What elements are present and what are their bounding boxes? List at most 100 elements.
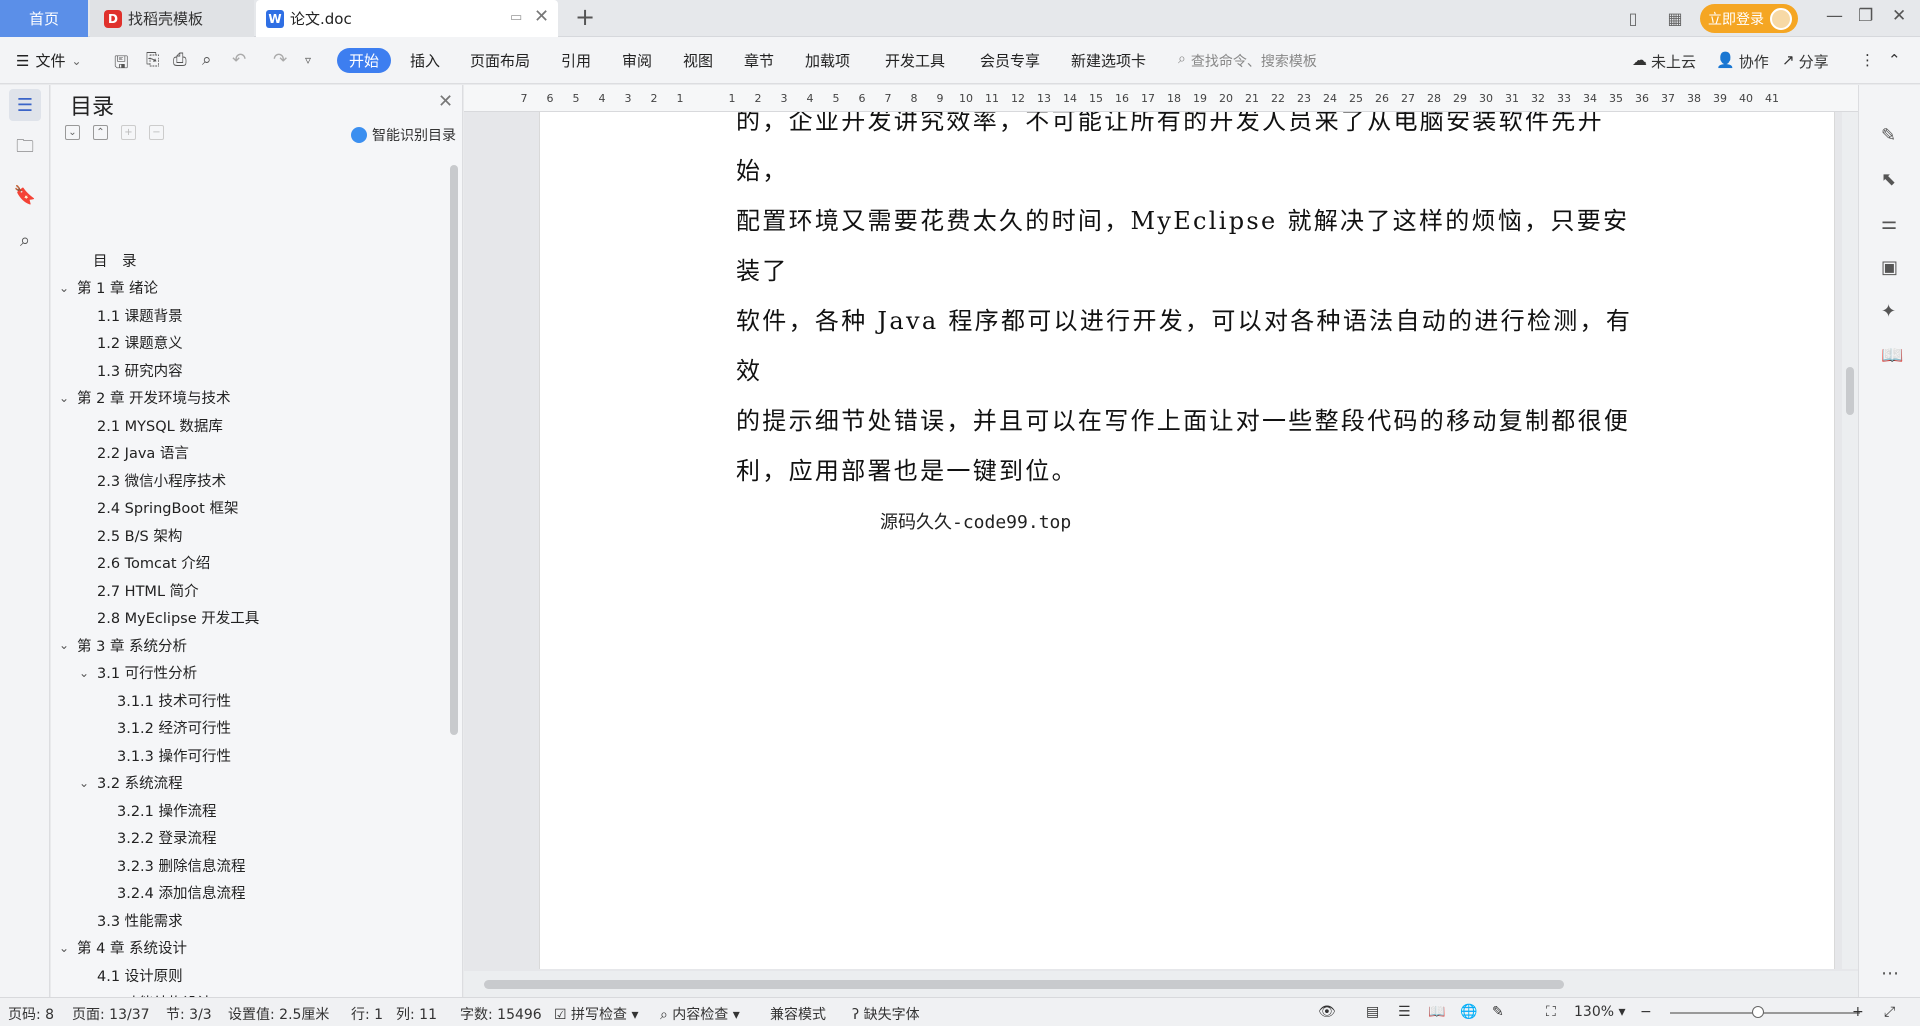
- restore-button[interactable]: ❐: [1858, 6, 1873, 26]
- tab-new-tab[interactable]: 新建选项卡: [1071, 37, 1146, 84]
- quick-more-icon[interactable]: ▿: [305, 53, 311, 67]
- zoom-slider-handle[interactable]: [1752, 1006, 1764, 1018]
- tab-document[interactable]: W 论文.doc ▭ ✕: [256, 0, 558, 37]
- status-section[interactable]: 节: 3/3: [166, 1004, 212, 1024]
- zoom-out-button[interactable]: −: [1640, 1004, 1652, 1020]
- tab-member[interactable]: 会员专享: [980, 37, 1040, 84]
- toc-item[interactable]: 3.2.3 删除信息流程: [117, 854, 246, 876]
- toc-item[interactable]: ⌄ 3.1 可行性分析: [79, 662, 197, 684]
- document-page[interactable]: 的，企业开发讲究效率，不可能让所有的开发人员来了从电脑安装软件先开始， 配置环境又…: [539, 112, 1835, 969]
- zoom-slider[interactable]: [1670, 1012, 1860, 1014]
- content-check-button[interactable]: ⌕ 内容检查 ▾: [660, 1004, 740, 1024]
- status-row[interactable]: 行: 1: [351, 1004, 383, 1024]
- zoom-level[interactable]: 130% ▾: [1574, 1004, 1626, 1020]
- toc-item[interactable]: 3.1.2 经济可行性: [117, 717, 231, 739]
- toc-item[interactable]: 2.6 Tomcat 介绍: [97, 552, 210, 574]
- web-view-icon[interactable]: 🌐: [1460, 1004, 1477, 1020]
- tab-home-ribbon[interactable]: 开始: [337, 48, 391, 73]
- export-pdf-icon[interactable]: ⎘: [146, 50, 160, 70]
- toc-item[interactable]: 3.2.1 操作流程: [117, 799, 217, 821]
- document-line[interactable]: 利，应用部署也是一键到位。: [736, 446, 1640, 496]
- expand-all-icon[interactable]: ⌄: [65, 125, 80, 140]
- eye-protect-icon[interactable]: 👁: [1318, 1004, 1336, 1020]
- toc-panel-icon[interactable]: ☰: [9, 89, 41, 121]
- section-nav-icon[interactable]: 🗀: [13, 136, 37, 161]
- bookmark-icon[interactable]: 🔖: [13, 183, 37, 207]
- toc-item[interactable]: 2.4 SpringBoot 框架: [97, 497, 238, 519]
- undo-icon[interactable]: ↶: [232, 50, 246, 70]
- chevron-down-icon[interactable]: ⌄: [59, 941, 71, 955]
- status-page[interactable]: 页面: 13/37: [72, 1004, 150, 1024]
- collapse-all-icon[interactable]: ⌃: [93, 125, 108, 140]
- tab-view[interactable]: 视图: [683, 37, 713, 84]
- tab-pin-icon[interactable]: ▭: [510, 10, 522, 25]
- share-button[interactable]: ↗ 分享: [1782, 51, 1829, 72]
- document-line[interactable]: 软件，各种 Java 程序都可以进行开发，可以对各种语法自动的进行检测，有效: [736, 296, 1640, 396]
- tab-close-icon[interactable]: ✕: [534, 6, 549, 27]
- tab-developer[interactable]: 开发工具: [885, 37, 945, 84]
- tab-insert[interactable]: 插入: [410, 37, 440, 84]
- fullscreen-icon[interactable]: ⤢: [1884, 1004, 1895, 1020]
- collapse-ribbon-icon[interactable]: ⌃: [1888, 51, 1901, 69]
- tab-home[interactable]: 首页: [0, 0, 88, 37]
- status-word-count[interactable]: 字数: 15496: [460, 1004, 542, 1024]
- vertical-scrollbar[interactable]: [1842, 112, 1858, 969]
- more-tools-icon[interactable]: ⋯: [1881, 963, 1899, 984]
- horizontal-ruler[interactable]: 7 6 5 4 3 2 1 1 2 3 4 5 6 7 8 9 10 11 12 13 14 15 16 17 18 19 20 21…: [464, 85, 1858, 112]
- toc-item[interactable]: 目 录: [93, 249, 137, 271]
- document-line[interactable]: 的提示细节处错误，并且可以在写作上面让对一些整段代码的移动复制都很便: [736, 396, 1640, 446]
- image-tool-icon[interactable]: ▣: [1881, 257, 1898, 278]
- ai-assistant-icon[interactable]: ✦: [1881, 301, 1896, 322]
- toc-item[interactable]: 2.5 B/S 架构: [97, 524, 182, 546]
- apps-grid-icon[interactable]: ▦: [1664, 0, 1686, 37]
- redo-icon[interactable]: ↷: [273, 50, 287, 70]
- remove-heading-icon[interactable]: −: [149, 125, 164, 140]
- horizontal-scrollbar[interactable]: [464, 971, 1858, 997]
- toc-item[interactable]: 1.3 研究内容: [97, 359, 183, 381]
- smart-toc-button[interactable]: 智能识别目录: [351, 125, 456, 145]
- toc-item[interactable]: 2.7 HTML 简介: [97, 579, 199, 601]
- toc-item[interactable]: 2.8 MyEclipse 开发工具: [97, 607, 259, 629]
- reading-icon[interactable]: 📖: [1881, 345, 1903, 366]
- toc-item[interactable]: ⌄ 第 1 章 绪论: [59, 277, 158, 299]
- toc-item[interactable]: 3.3 性能需求: [97, 909, 183, 931]
- horizontal-scroll-thumb[interactable]: [484, 980, 1564, 989]
- toc-item[interactable]: ⌄ 第 3 章 系统分析: [59, 634, 187, 656]
- select-cursor-icon[interactable]: ⬉: [1881, 169, 1896, 190]
- tab-addins[interactable]: 加载项: [805, 37, 850, 84]
- toc-item[interactable]: 3.1.3 操作可行性: [117, 744, 231, 766]
- search-panel-icon[interactable]: ⌕: [13, 228, 37, 252]
- status-setting[interactable]: 设置值: 2.5厘米: [228, 1004, 329, 1024]
- toc-item[interactable]: 3.2.4 添加信息流程: [117, 882, 246, 904]
- tab-page-layout[interactable]: 页面布局: [470, 37, 530, 84]
- missing-font-button[interactable]: ʔ 缺失字体: [852, 1004, 920, 1024]
- outline-view-icon[interactable]: ☰: [1398, 1004, 1411, 1020]
- chevron-down-icon[interactable]: ⌄: [59, 391, 71, 405]
- toc-item[interactable]: 2.1 MYSQL 数据库: [97, 414, 223, 436]
- zoom-in-button[interactable]: +: [1852, 1004, 1864, 1020]
- login-button[interactable]: 立即登录: [1700, 4, 1798, 33]
- document-paragraph[interactable]: 的，企业开发讲究效率，不可能让所有的开发人员来了从电脑安装软件先开始， 配置环境又…: [736, 112, 1640, 496]
- toc-item[interactable]: ⌄ 第 4 章 系统设计: [59, 937, 187, 959]
- chevron-down-icon[interactable]: ⌄: [59, 638, 71, 652]
- reading-view-icon[interactable]: 📖: [1428, 1004, 1445, 1020]
- save-icon[interactable]: 🖫: [114, 50, 128, 79]
- toc-item[interactable]: 4.1 设计原则: [97, 964, 183, 986]
- add-heading-icon[interactable]: +: [121, 125, 136, 140]
- command-search-input[interactable]: ⌕ 查找命令、搜索模板: [1178, 51, 1317, 71]
- chevron-down-icon[interactable]: ⌄: [59, 281, 71, 295]
- print-preview-icon[interactable]: ⌕: [202, 50, 212, 70]
- toc-item[interactable]: 2.2 Java 语言: [97, 442, 189, 464]
- chevron-down-icon[interactable]: ⌄: [79, 666, 91, 680]
- toc-item[interactable]: 3.1.1 技术可行性: [117, 689, 231, 711]
- adjust-icon[interactable]: ⚌: [1881, 213, 1897, 234]
- more-options-icon[interactable]: ⋮: [1860, 51, 1875, 69]
- toc-item[interactable]: 3.2.2 登录流程: [117, 827, 217, 849]
- toc-scrollbar[interactable]: [450, 165, 458, 735]
- tab-review[interactable]: 审阅: [622, 37, 652, 84]
- minimize-button[interactable]: —: [1826, 6, 1843, 26]
- close-window-button[interactable]: ✕: [1892, 6, 1906, 26]
- page-view-icon[interactable]: ▤: [1366, 1004, 1379, 1020]
- status-col[interactable]: 列: 11: [396, 1004, 437, 1024]
- toc-item[interactable]: ⌄ 3.2 系统流程: [79, 772, 183, 794]
